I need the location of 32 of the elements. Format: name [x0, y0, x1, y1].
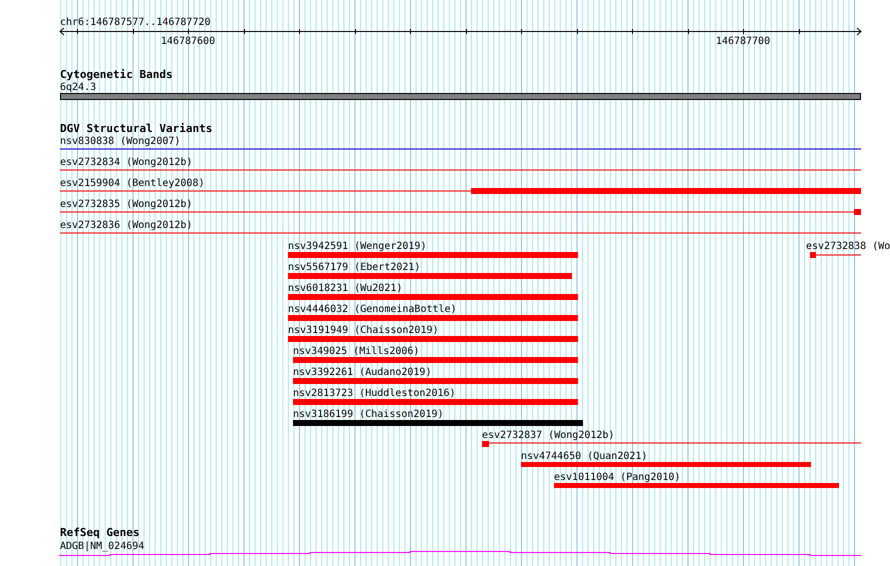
variant-label: esv2732836 (Wong2012b): [60, 220, 192, 231]
variant-label: nsv349025 (Mills2006): [293, 346, 420, 357]
variant-label: nsv3186199 (Chaisson2019): [293, 409, 444, 420]
variant-label: nsv830838 (Wong2007): [60, 136, 180, 147]
band-label: 6q24.3: [60, 82, 96, 93]
variant-label: nsv3392261 (Audano2019): [293, 367, 432, 378]
location-label: chr6:146787577..146787720: [60, 17, 211, 28]
track-title: RefSeq Genes: [60, 526, 140, 539]
variant-label: nsv4744650 (Quan2021): [521, 451, 648, 462]
track-title: Cytogenetic Bands: [60, 68, 173, 81]
variant-label: nsv3191949 (Chaisson2019): [288, 325, 439, 336]
variant-label: esv2159904 (Bentley2008): [60, 178, 204, 189]
variant-label: nsv2813723 (Huddleston2016): [293, 388, 456, 399]
variant-feature[interactable]: [810, 252, 861, 258]
variant-label: esv2732838 (Wo: [806, 241, 890, 252]
tick-label: 146787600: [160, 36, 216, 47]
variant-label: esv2732834 (Wong2012b): [60, 157, 192, 168]
tick-label: 146787700: [716, 36, 770, 47]
variant-feature[interactable]: [60, 188, 861, 194]
chromosome-band[interactable]: [60, 93, 861, 100]
variant-label: esv2732835 (Wong2012b): [60, 199, 192, 210]
variant-label: esv1011004 (Pang2010): [554, 472, 680, 483]
variant-feature[interactable]: [60, 209, 861, 215]
variant-label: nsv5567179 (Ebert2021): [288, 262, 420, 273]
variant-feature[interactable]: [482, 441, 861, 447]
track-title: DGV Structural Variants: [60, 122, 212, 135]
gene-label: ADGB|NM_024694: [60, 541, 144, 552]
gene-model-drawing[interactable]: [58, 551, 862, 556]
variant-label: esv2732837 (Wong2012b): [482, 430, 614, 441]
variant-label: nsv4446032 (GenomeinaBottle): [288, 304, 457, 315]
variant-label: nsv3942591 (Wenger2019): [288, 241, 426, 252]
variant-label: nsv6018231 (Wu2021): [288, 283, 402, 294]
